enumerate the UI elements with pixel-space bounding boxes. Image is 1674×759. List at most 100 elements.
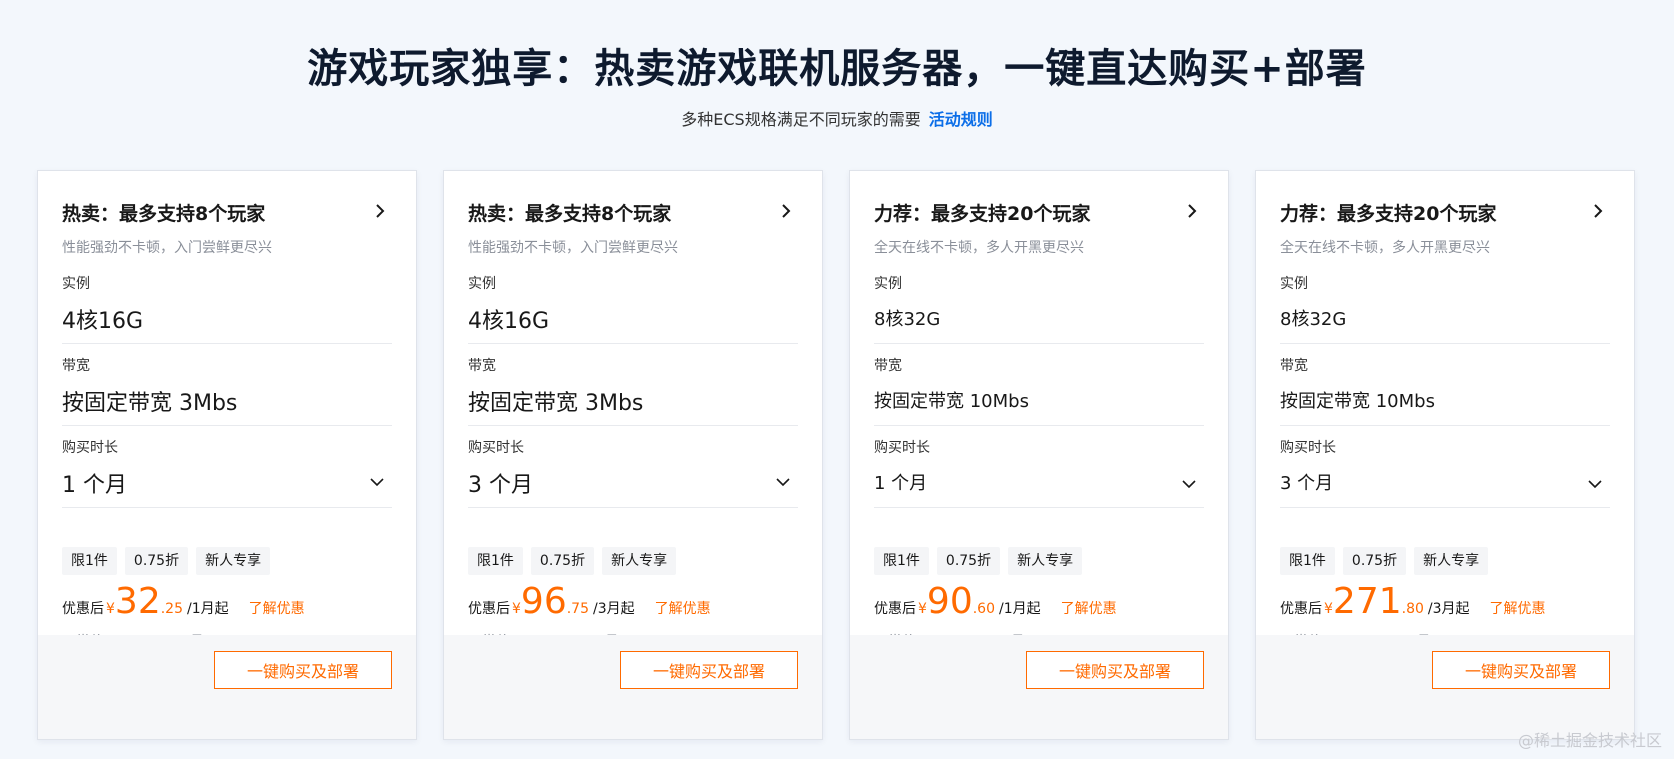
buy-deploy-button[interactable]: 一键购买及部署 [1026,651,1204,689]
instance-label: 实例 [874,276,902,292]
currency-symbol: ¥ [512,601,521,617]
tag-limit: 限1件 [468,547,523,575]
tag-new-user: 新人专享 [196,547,271,575]
card-header-link[interactable]: 力荐：最多支持20个玩家 [1280,199,1610,227]
card-header-link[interactable]: 力荐：最多支持20个玩家 [874,199,1204,227]
product-card: 热卖：最多支持8个玩家 性能强劲不卡顿，入门尝鲜更尽兴 实例 4核16G 带宽 … [37,170,417,740]
subtitle-text: 多种ECS规格满足不同玩家的需要 [681,110,921,129]
price-integer: 32 [114,581,161,622]
bandwidth-label: 带宽 [1280,358,1308,374]
price-row: 优惠后 ¥32.25/1月起 了解优惠 [62,581,305,625]
currency-symbol: ¥ [106,601,115,617]
chevron-right-icon [782,204,791,218]
card-footer: 一键购买及部署 [1256,635,1634,739]
chevron-right-icon [376,204,385,218]
tag-discount: 0.75折 [936,547,1001,575]
tag-limit: 限1件 [62,547,117,575]
instance-value: 4核16G [62,309,144,334]
page-subtitle: 多种ECS规格满足不同玩家的需要 活动规则 [0,106,1674,130]
learn-discount-link[interactable]: 了解优惠 [1490,598,1546,618]
duration-select[interactable]: 1 个月 [874,469,1204,501]
price-decimal: .80 [1401,601,1424,617]
chevron-down-icon [1182,480,1196,489]
divider [1280,425,1610,426]
card-title: 热卖：最多支持8个玩家 [468,203,672,225]
tag-list: 限1件 0.75折 新人专享 [62,547,271,575]
duration-label: 购买时长 [62,440,118,456]
divider [62,507,392,508]
chevron-down-icon [776,478,790,487]
tag-discount: 0.75折 [124,547,189,575]
duration-select[interactable]: 3 个月 [1280,469,1610,501]
card-description: 全天在线不卡顿，多人开黑更尽兴 [1280,240,1490,256]
tag-discount: 0.75折 [1342,547,1407,575]
duration-select[interactable]: 1 个月 [62,467,392,501]
price-unit: /1月起 [187,601,229,617]
duration-label: 购买时长 [874,440,930,456]
learn-discount-link[interactable]: 了解优惠 [655,598,711,618]
duration-label: 购买时长 [468,440,524,456]
chevron-down-icon [1588,480,1602,489]
card-footer: 一键购买及部署 [38,635,416,739]
card-description: 全天在线不卡顿，多人开黑更尽兴 [874,240,1084,256]
price-integer: 271 [1332,581,1402,622]
tag-limit: 限1件 [1280,547,1335,575]
price-label: 优惠后 [874,601,916,617]
divider [1280,343,1610,344]
tag-discount: 0.75折 [530,547,595,575]
tag-new-user: 新人专享 [1414,547,1489,575]
instance-label: 实例 [1280,276,1308,292]
page-title: 游戏玩家独享：热卖游戏联机服务器，一键直达购买+部署 [307,46,1367,92]
duration-value: 1 个月 [874,473,928,494]
instance-label: 实例 [468,276,496,292]
card-header-link[interactable]: 热卖：最多支持8个玩家 [468,199,798,227]
divider [62,425,392,426]
price-decimal: .75 [566,601,589,617]
card-title: 力荐：最多支持20个玩家 [1280,203,1497,225]
price-unit: /1月起 [999,601,1041,617]
chevron-right-icon [1188,204,1197,218]
divider [1280,507,1610,508]
price-unit: /3月起 [593,601,635,617]
divider [468,343,798,344]
instance-value: 4核16G [468,309,550,334]
price-integer: 90 [926,581,973,622]
watermark: @稀土掘金技术社区 [1517,731,1662,750]
buy-deploy-button[interactable]: 一键购买及部署 [1432,651,1610,689]
chevron-down-icon [370,478,384,487]
bandwidth-value: 按固定带宽 3Mbs [468,391,644,416]
price-label: 优惠后 [62,601,104,617]
tag-new-user: 新人专享 [1008,547,1083,575]
divider [468,507,798,508]
card-description: 性能强劲不卡顿，入门尝鲜更尽兴 [62,240,272,256]
currency-symbol: ¥ [1324,601,1333,617]
buy-deploy-button[interactable]: 一键购买及部署 [620,651,798,689]
divider [874,343,1204,344]
currency-symbol: ¥ [918,601,927,617]
card-title: 热卖：最多支持8个玩家 [62,203,266,225]
duration-value: 1 个月 [62,473,127,498]
buy-deploy-button[interactable]: 一键购买及部署 [214,651,392,689]
duration-value: 3 个月 [1280,473,1334,494]
bandwidth-label: 带宽 [468,358,496,374]
chevron-right-icon [1594,204,1603,218]
activity-rules-link[interactable]: 活动规则 [929,110,993,129]
divider [62,343,392,344]
price-row: 优惠后 ¥90.60/1月起 了解优惠 [874,581,1117,625]
price-decimal: .60 [972,601,995,617]
duration-select[interactable]: 3 个月 [468,467,798,501]
tag-limit: 限1件 [874,547,929,575]
learn-discount-link[interactable]: 了解优惠 [1061,598,1117,618]
card-footer: 一键购买及部署 [444,635,822,739]
price-unit: /3月起 [1427,601,1470,617]
price-label: 优惠后 [1280,601,1322,617]
product-card: 力荐：最多支持20个玩家 全天在线不卡顿，多人开黑更尽兴 实例 8核32G 带宽… [1255,170,1635,740]
instance-label: 实例 [62,276,90,292]
card-header-link[interactable]: 热卖：最多支持8个玩家 [62,199,392,227]
bandwidth-value: 按固定带宽 10Mbs [1280,391,1435,412]
bandwidth-label: 带宽 [874,358,902,374]
product-card: 热卖：最多支持8个玩家 性能强劲不卡顿，入门尝鲜更尽兴 实例 4核16G 带宽 … [443,170,823,740]
learn-discount-link[interactable]: 了解优惠 [249,598,305,618]
duration-label: 购买时长 [1280,440,1336,456]
price-row: 优惠后 ¥96.75/3月起 了解优惠 [468,581,711,625]
